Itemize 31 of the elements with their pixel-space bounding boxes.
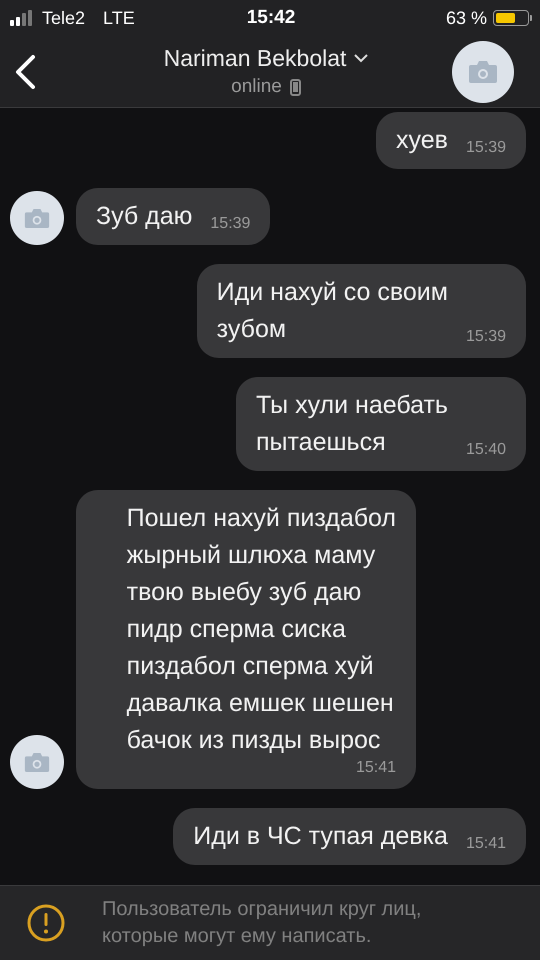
message-text: хуев <box>396 125 448 156</box>
outgoing-message[interactable]: хуев 15:39 <box>376 112 526 169</box>
message-time: 15:39 <box>466 328 506 346</box>
outgoing-message[interactable]: Ты хули наебать пытаешься 15:40 <box>236 377 526 471</box>
outgoing-message[interactable]: Иди в ЧС тупая девка 15:41 <box>173 808 526 865</box>
battery-percent: 63 % <box>446 8 487 28</box>
message-text: Иди в ЧС тупая девка <box>193 821 448 852</box>
message-text: Зуб даю <box>96 201 192 232</box>
message-time: 15:41 <box>466 835 506 853</box>
chevron-down-icon[interactable] <box>354 54 368 63</box>
message-time: 15:41 <box>356 759 396 777</box>
carrier-name: Tele2 <box>42 8 86 28</box>
outgoing-message[interactable]: Иди нахуй со своим зубом 15:39 <box>196 264 526 358</box>
message-time: 15:40 <box>466 441 506 459</box>
online-status: online <box>231 76 282 98</box>
contact-name[interactable]: Nariman Bekbolat <box>164 45 346 72</box>
battery-icon <box>492 10 532 26</box>
phone-icon <box>290 78 301 96</box>
message-time: 15:39 <box>210 215 250 233</box>
sender-avatar[interactable] <box>10 735 64 789</box>
incoming-message[interactable]: Зуб даю 15:39 <box>76 188 270 245</box>
clock: 15:42 <box>246 7 296 29</box>
warning-icon <box>26 903 66 943</box>
message-text: Иди нахуй со своим зубом <box>216 277 448 345</box>
restriction-notice: Пользователь ограничил круг лиц, которые могут ему написать. <box>102 897 422 949</box>
message-time: 15:39 <box>466 139 506 157</box>
incoming-message[interactable]: Пошел нахуй пиздабол жырный шлюха маму твою выебу зуб даю пидр сперма сиска пиздабол сперма хуй давалка емшек шешен бачок из пизды вырос 15:41 <box>76 490 416 789</box>
network-type: LTE <box>103 8 135 28</box>
message-text: Пошел нахуй пиздабол жырный шлюха маму твою выебу зуб даю пидр сперма сиска пиздабол сперма хуй давалка емшек шешен бачок из пизды вырос <box>126 503 396 756</box>
message-text: Ты хули наебать пытаешься <box>256 390 448 458</box>
sender-avatar[interactable] <box>10 191 64 245</box>
